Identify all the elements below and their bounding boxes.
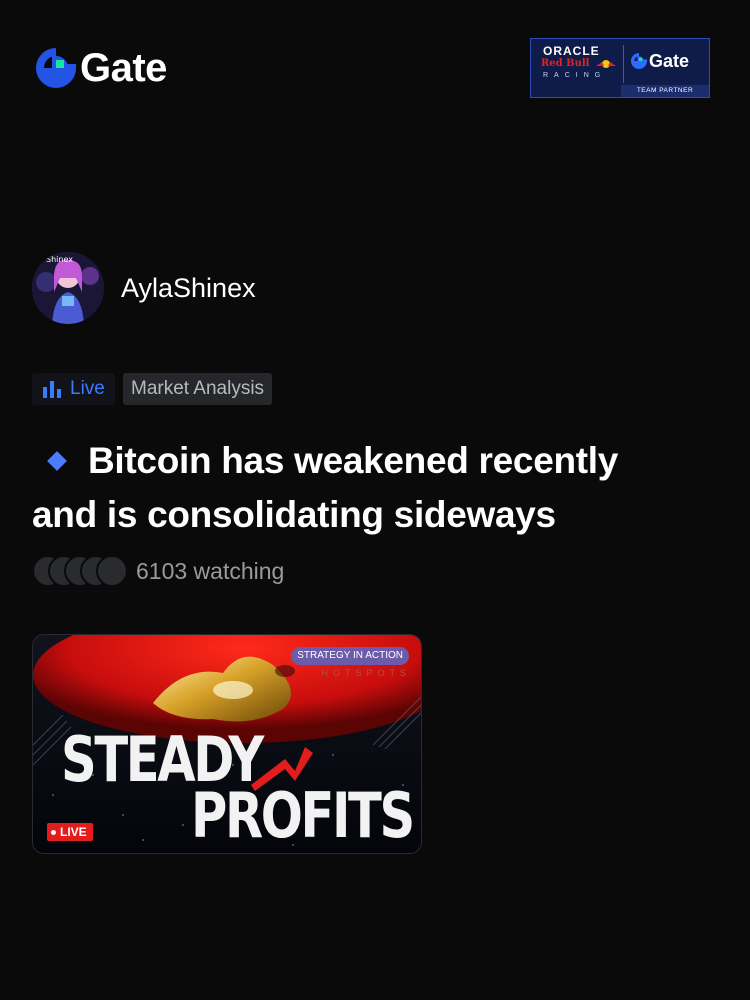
live-badge-label: LIVE <box>60 825 87 839</box>
gate-logo[interactable]: Gate <box>36 48 167 88</box>
viewer-avatars <box>32 555 128 587</box>
live-tag[interactable]: Live <box>32 373 115 405</box>
partner-gate-text: Gate <box>649 51 690 71</box>
live-bars-icon <box>43 381 61 398</box>
strategy-badge: STRATEGY IN ACTION <box>291 647 409 665</box>
partner-divider <box>623 45 624 83</box>
partner-oracle-text: ORACLE <box>543 44 600 58</box>
avatar[interactable]: Shinex <box>32 252 104 324</box>
bull-icon <box>596 60 616 68</box>
post-title: Bitcoin has weakened recently and is con… <box>32 434 692 542</box>
post-title-text: Bitcoin has weakened recently and is con… <box>32 440 619 535</box>
live-badge: LIVE <box>47 823 93 841</box>
avatar-text: Shinex <box>46 255 73 264</box>
watching-count: 6103 watching <box>136 557 285 584</box>
live-stream-thumbnail[interactable]: STRATEGY IN ACTION HOTSPOTS STEADY PROFI… <box>32 634 422 854</box>
partner-gate-logo: Gate <box>631 52 689 70</box>
gate-logo-icon <box>36 48 76 88</box>
viewer-avatar <box>96 555 128 587</box>
category-tag[interactable]: Market Analysis <box>123 373 273 405</box>
team-partner-label: TEAM PARTNER <box>621 85 709 97</box>
viewer-count: 6103 watching <box>32 555 284 587</box>
gate-logo-icon <box>631 53 647 69</box>
diamond-icon <box>47 450 67 471</box>
hotspots-label: HOTSPOTS <box>321 668 411 678</box>
team-partner-badge: ORACLE Red Bull RACING Gate TEAM PARTNER <box>530 38 710 98</box>
partner-racing-text: RACING <box>543 72 607 79</box>
live-tag-label: Live <box>70 378 105 399</box>
avatar-image: Shinex <box>32 252 104 324</box>
brand-name: Gate <box>80 46 167 90</box>
page: Gate ORACLE Red Bull RACING Gate TEAM PA… <box>0 0 750 1000</box>
partner-redbull-text: Red Bull <box>541 58 590 69</box>
thumbnail-title-line2: PROFITS <box>191 779 415 852</box>
live-dot-icon <box>51 829 56 835</box>
author-name[interactable]: AylaShinex <box>121 272 256 304</box>
